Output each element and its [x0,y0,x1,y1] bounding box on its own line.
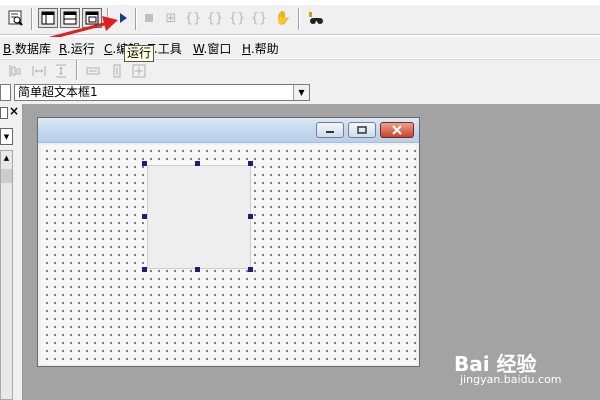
selection-handle[interactable] [248,214,253,219]
object-combo-value: 简单超文本框1 [18,85,98,99]
maximize-button[interactable] [348,122,376,138]
close-button[interactable] [380,122,414,138]
selection-handle[interactable] [195,161,200,166]
run-tooltip: 运行 [124,45,155,62]
toolbar-separator [298,8,300,30]
run-to-cursor-icon: {} [250,10,268,26]
stop-icon [139,8,159,28]
object-selector-row: 简单超文本框1 ▼ [0,82,600,104]
selection-handle[interactable] [195,267,200,272]
form-design-canvas[interactable] [41,145,416,364]
menu-window[interactable]: W.窗口 [193,40,231,57]
object-combo[interactable]: 简单超文本框1 ▼ [14,84,310,101]
selection-handle[interactable] [248,161,253,166]
menu-database[interactable]: B.数据库 [3,40,51,57]
selection-handle[interactable] [142,214,147,219]
toolbar-separator [31,8,33,30]
menu-bar: B.数据库 R.运行 C.编辑 T.工具 W.窗口 H.帮助 [0,37,600,58]
left-dock-panel: × ▼ ▲ [0,104,23,400]
minimize-icon [326,131,334,133]
selection-handle[interactable] [142,161,147,166]
selection-handle[interactable] [248,267,253,272]
toolbar-separator [76,60,78,80]
find-icon[interactable] [306,8,326,28]
step-out-icon: {} [228,10,246,26]
close-icon [392,125,402,135]
space-horizontal-icon [29,61,49,81]
preview-icon[interactable] [5,8,25,28]
step-into-icon: {} [184,10,202,26]
watermark-url: jingyan.baidu.com [460,373,562,386]
same-width-icon [83,61,103,81]
panel-scrollbar[interactable]: ▲ [0,150,13,400]
space-vertical-icon [51,61,71,81]
simple-hypertext-box[interactable] [147,165,251,269]
layout-toolbar [0,59,600,84]
menu-run[interactable]: R.运行 [59,40,95,57]
step-over-icon: {} [206,10,224,26]
hand-icon: ✋ [274,10,292,26]
scroll-up-icon[interactable]: ▲ [1,151,12,165]
chevron-down-icon[interactable]: ▼ [0,128,13,145]
toolbar-separator [135,8,137,30]
close-icon[interactable]: × [9,104,19,118]
maximize-icon [357,126,367,134]
selection-handle[interactable] [142,267,147,272]
pin-icon[interactable] [0,107,8,119]
form-window [37,117,420,367]
scrollbar-thumb[interactable] [1,169,12,183]
form-title-bar[interactable] [38,118,419,143]
menu-help[interactable]: H.帮助 [242,40,279,57]
chevron-down-icon[interactable]: ▼ [293,85,309,100]
same-size-icon [129,61,149,81]
step-icon: ⊞ [165,10,177,26]
minimize-button[interactable] [316,122,344,138]
align-left-icon [5,61,25,81]
same-height-icon [107,61,127,81]
left-combo-stub[interactable] [0,84,11,101]
